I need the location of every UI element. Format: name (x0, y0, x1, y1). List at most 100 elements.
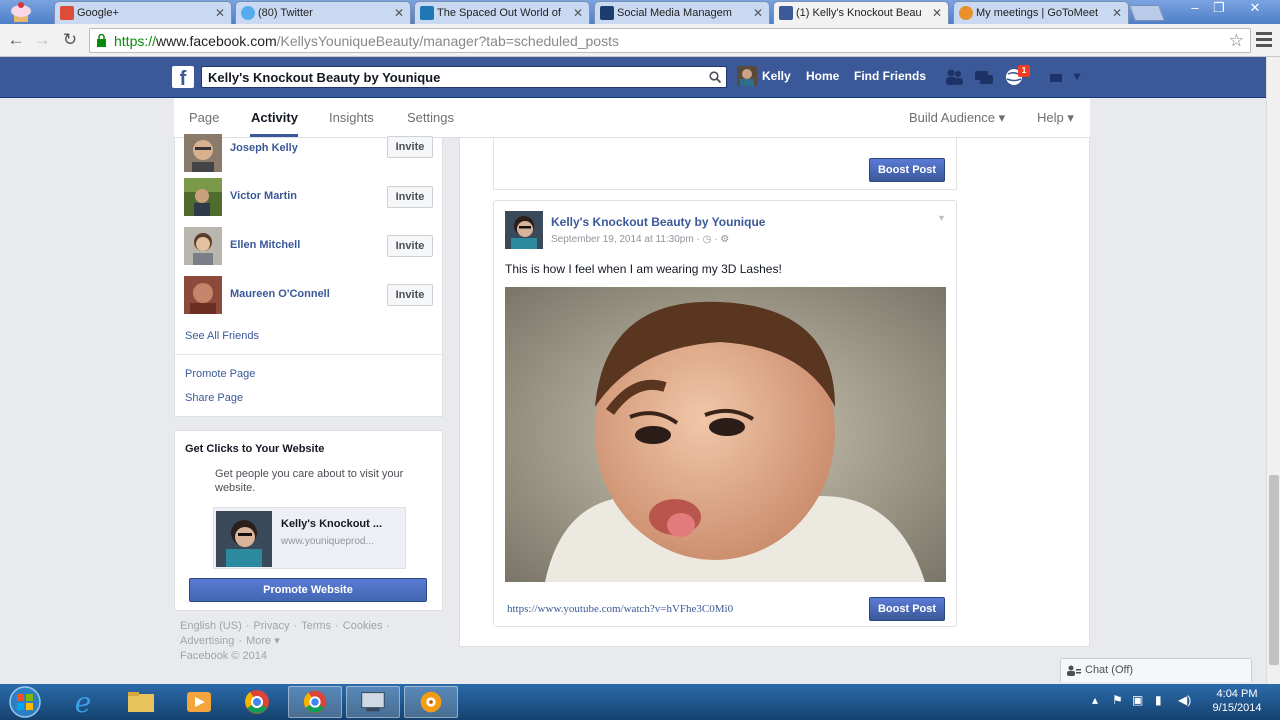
close-icon[interactable]: ✕ (215, 2, 225, 24)
avatar[interactable] (184, 276, 222, 314)
more-dropdown[interactable]: More ▾ (246, 635, 280, 647)
address-bar[interactable]: https://www.facebook.com/KellysYouniqueB… (89, 28, 1251, 53)
tab-social-media-management[interactable]: Social Media Managem ✕ (594, 1, 770, 24)
tab-twitter[interactable]: (80) Twitter ✕ (235, 1, 411, 24)
tab-page[interactable]: Page (189, 110, 219, 125)
internet-explorer-icon[interactable]: e (56, 686, 110, 718)
close-window-button[interactable]: ✕ (1240, 0, 1270, 18)
network-icon[interactable]: ▮ (1155, 693, 1162, 707)
avatar[interactable] (184, 178, 222, 216)
footer-links: English (US) · Privacy · Terms · Cookies · (180, 619, 410, 634)
close-icon[interactable]: ✕ (753, 2, 763, 24)
action-center-flag-icon[interactable]: ⚑ (1112, 693, 1123, 707)
search-icon[interactable] (709, 71, 721, 83)
avatar[interactable] (505, 211, 543, 249)
tray-expand-icon[interactable]: ▴ (1092, 693, 1098, 707)
chrome-icon[interactable] (230, 686, 284, 718)
reload-icon[interactable]: ↻ (60, 30, 80, 50)
avatar[interactable] (184, 134, 222, 172)
invite-button[interactable]: Invite (387, 186, 433, 208)
share-page-link[interactable]: Share Page (185, 392, 243, 404)
tab-google-plus[interactable]: Google+ ✕ (54, 1, 232, 24)
back-arrow-icon[interactable]: ← (6, 30, 26, 50)
avatar[interactable] (184, 227, 222, 265)
gotomeeting-icon[interactable] (404, 686, 458, 718)
list-item: Victor Martin Invite (184, 178, 436, 218)
friend-name[interactable]: Victor Martin (230, 190, 297, 202)
windows-start-icon[interactable] (6, 685, 44, 719)
avatar[interactable] (737, 66, 757, 86)
system-clock[interactable]: 4:04 PM 9/15/2014 (1202, 687, 1272, 715)
promo-preview[interactable]: Kelly's Knockout ... www.youniqueprod... (213, 507, 406, 569)
advertising-link[interactable]: Advertising (180, 635, 234, 647)
promote-website-button[interactable]: Promote Website (189, 578, 427, 602)
footer-separator: · (293, 620, 298, 632)
file-explorer-icon[interactable] (114, 686, 168, 718)
close-icon[interactable]: ✕ (394, 2, 404, 24)
footer-separator: · (335, 620, 339, 632)
build-audience-dropdown[interactable]: Build Audience ▾ (909, 110, 1005, 126)
invite-button[interactable]: Invite (387, 235, 433, 257)
tab-title: My meetings | GoToMeet (976, 7, 1099, 19)
find-friends-link[interactable]: Find Friends (854, 69, 926, 83)
page-admin-nav: Page Activity Insights Settings Build Au… (174, 98, 1090, 138)
shield-icon (600, 6, 614, 20)
boost-post-button[interactable]: Boost Post (869, 597, 945, 621)
chrome-active-icon[interactable] (288, 686, 342, 718)
post-link[interactable]: https://www.youtube.com/watch?v=hVFhe3C0… (507, 603, 733, 615)
tab-activity[interactable]: Activity (251, 110, 298, 125)
chrome-menu-icon[interactable] (1256, 32, 1272, 48)
boost-post-button[interactable]: Boost Post (869, 158, 945, 182)
friend-requests-icon[interactable] (944, 68, 964, 86)
tab-facebook-kellys-knockout[interactable]: (1) Kelly's Knockout Beau ✕ (773, 1, 949, 24)
privacy-shortcuts-icon[interactable] (1046, 68, 1066, 86)
facebook-logo-icon[interactable]: f (172, 66, 194, 90)
post-author[interactable]: Kelly's Knockout Beauty by Younique (551, 215, 765, 229)
help-dropdown[interactable]: Help ▾ (1037, 110, 1074, 126)
twitter-icon (241, 6, 255, 20)
tab-insights[interactable]: Insights (329, 110, 374, 125)
friend-name[interactable]: Ellen Mitchell (230, 239, 300, 251)
messages-icon[interactable] (974, 68, 994, 86)
terms-link[interactable]: Terms (301, 620, 331, 632)
tray-app-icon[interactable]: ▣ (1132, 693, 1143, 707)
invite-button[interactable]: Invite (387, 136, 433, 158)
friend-name[interactable]: Joseph Kelly (230, 142, 298, 154)
list-item: Ellen Mitchell Invite (184, 227, 436, 267)
scheduled-post-card: Kelly's Knockout Beauty by Younique Sept… (493, 200, 957, 627)
invite-button[interactable]: Invite (387, 284, 433, 306)
post-date[interactable]: September 19, 2014 at 11:30pm · ◷ · ⚙ (551, 234, 729, 245)
close-icon[interactable]: ✕ (573, 2, 583, 24)
forward-arrow-icon[interactable]: → (32, 30, 52, 50)
maximize-button[interactable]: ❐ (1204, 0, 1234, 18)
see-all-friends-link[interactable]: See All Friends (185, 330, 259, 342)
network-app-icon[interactable] (346, 686, 400, 718)
cookies-link[interactable]: Cookies (343, 620, 383, 632)
home-link[interactable]: Home (806, 69, 839, 83)
chevron-down-icon[interactable]: ▾ (939, 213, 944, 224)
new-tab-button[interactable] (1129, 5, 1165, 21)
page-scrollbar[interactable] (1266, 57, 1280, 684)
account-menu-chevron-icon[interactable]: ▾ (1074, 69, 1080, 83)
facebook-icon (779, 6, 793, 20)
tab-gotomeeting[interactable]: My meetings | GoToMeet ✕ (953, 1, 1129, 24)
media-player-icon[interactable] (172, 686, 226, 718)
close-icon[interactable]: ✕ (1112, 2, 1122, 24)
tab-settings[interactable]: Settings (407, 110, 454, 125)
tab-spaced-out-world[interactable]: The Spaced Out World of ✕ (414, 1, 590, 24)
previous-post-card: Boost Post (493, 138, 957, 190)
post-photo[interactable] (505, 287, 946, 582)
promote-page-link[interactable]: Promote Page (185, 368, 255, 380)
volume-icon[interactable]: ◀) (1178, 693, 1191, 707)
profile-link[interactable]: Kelly (762, 69, 791, 83)
page-thumbnail (216, 511, 272, 567)
scrollbar-thumb[interactable] (1269, 475, 1279, 665)
language-link[interactable]: English (US) (180, 620, 242, 632)
facebook-search-input[interactable]: Kelly's Knockout Beauty by Younique (201, 66, 727, 88)
bookmark-star-icon[interactable]: ☆ (1229, 31, 1244, 51)
privacy-link[interactable]: Privacy (253, 620, 289, 632)
chat-sidebar-toggle[interactable]: Chat (Off) (1060, 658, 1252, 682)
cupcake-profile-icon[interactable] (6, 1, 36, 23)
friend-name[interactable]: Maureen O'Connell (230, 288, 330, 300)
close-icon[interactable]: ✕ (932, 2, 942, 24)
